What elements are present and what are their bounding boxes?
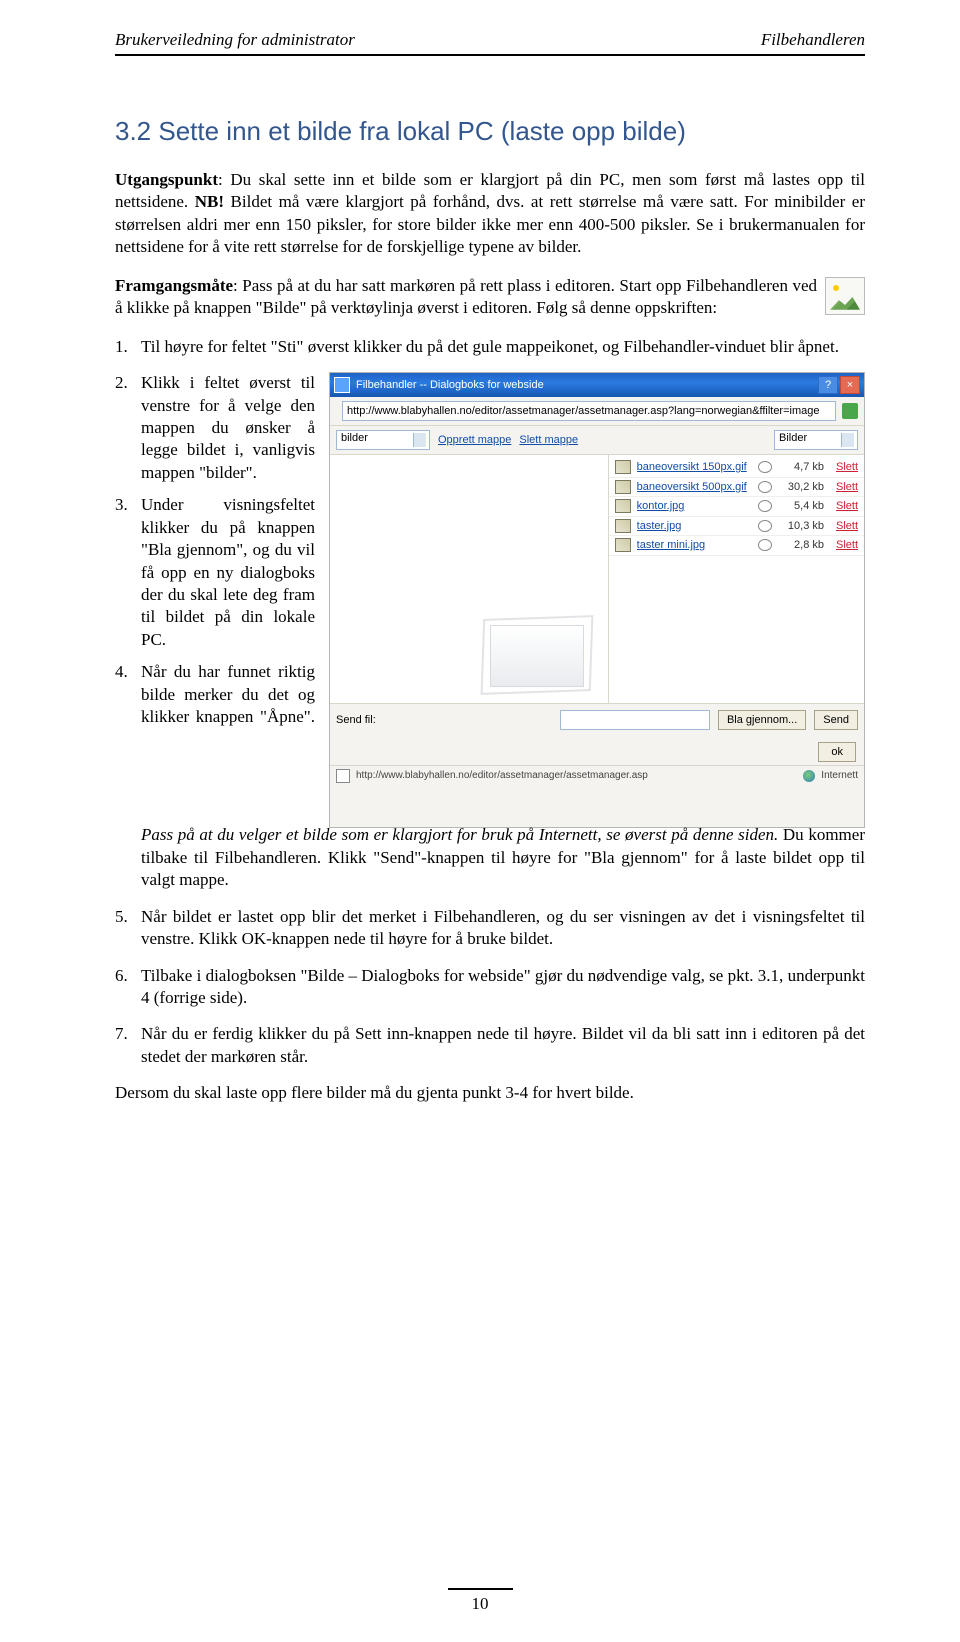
page-number: 10: [0, 1588, 960, 1614]
delete-link[interactable]: Slett: [830, 460, 858, 475]
status-zone: Internett: [821, 769, 858, 782]
page-header: Brukerveiledning for administrator Filbe…: [115, 30, 865, 56]
header-right: Filbehandleren: [761, 30, 865, 50]
step-3: 3. Under visningsfeltet klikker du på kn…: [115, 494, 315, 651]
body: Utgangspunkt: Du skal sette inn et bilde…: [115, 169, 865, 1105]
close-button[interactable]: ×: [840, 376, 860, 394]
address-bar: [330, 397, 864, 426]
filbehandler-dialog: Filbehandler -- Dialogboks for webside ?…: [329, 372, 865, 828]
steps-list-cont: Pass på at du velger et bilde som er kla…: [115, 824, 865, 1068]
file-row[interactable]: baneoversikt 500px.gif 30,2 kb Slett: [609, 478, 864, 498]
image-icon: [825, 277, 865, 315]
preview-icon[interactable]: [758, 461, 772, 473]
delete-link[interactable]: Slett: [830, 538, 858, 553]
delete-folder-link[interactable]: Slett mappe: [519, 433, 578, 448]
file-list: baneoversikt 150px.gif 4,7 kb Slett bane…: [609, 455, 864, 703]
file-row[interactable]: kontor.jpg 5,4 kb Slett: [609, 497, 864, 517]
steps-left-col: 2. Klikk i feltet øverst til venstre for…: [115, 372, 315, 828]
file-icon: [615, 538, 631, 552]
step-1: 1. Til høyre for feltet "Sti" øverst kli…: [115, 336, 865, 358]
file-icon: [615, 499, 631, 513]
header-left: Brukerveiledning for administrator: [115, 30, 355, 50]
create-folder-link[interactable]: Opprett mappe: [438, 433, 511, 448]
steps-with-dialog: 2. Klikk i feltet øverst til venstre for…: [115, 372, 865, 828]
step-2: 2. Klikk i feltet øverst til venstre for…: [115, 372, 315, 484]
folder-select[interactable]: bilder: [336, 430, 430, 450]
delete-link[interactable]: Slett: [830, 499, 858, 514]
preview-pane: [330, 455, 609, 703]
dialog-titlebar: Filbehandler -- Dialogboks for webside ?…: [330, 373, 864, 397]
preview-icon[interactable]: [758, 520, 772, 532]
folder-toolbar: bilder Opprett mappe Slett mappe Bilder: [330, 426, 864, 455]
intro-p1: Utgangspunkt: Du skal sette inn et bilde…: [115, 169, 865, 259]
preview-icon[interactable]: [758, 481, 772, 493]
browse-button[interactable]: Bla gjennom...: [718, 710, 806, 730]
delete-link[interactable]: Slett: [830, 519, 858, 534]
file-row[interactable]: taster mini.jpg 2,8 kb Slett: [609, 536, 864, 556]
file-icon: [615, 519, 631, 533]
preview-icon[interactable]: [758, 539, 772, 551]
filter-select[interactable]: Bilder: [774, 430, 858, 450]
go-button[interactable]: [842, 403, 858, 419]
ok-button[interactable]: ok: [818, 742, 856, 762]
filepath-input[interactable]: [560, 710, 710, 730]
step-5: 5. Når bildet er lastet opp blir det mer…: [115, 906, 865, 951]
preview-icon[interactable]: [758, 500, 772, 512]
intro-p2: Framgangsmåte: Pass på at du har satt ma…: [115, 275, 865, 320]
app-icon: [334, 377, 350, 393]
dialog-title: Filbehandler -- Dialogboks for webside: [356, 378, 812, 393]
internet-zone-icon: [803, 770, 815, 782]
step-6: 6. Tilbake i dialogboksen "Bilde – Dialo…: [115, 965, 865, 1010]
send-file-label: Send fil:: [336, 713, 376, 728]
section-heading: 3.2 Sette inn et bilde fra lokal PC (las…: [115, 116, 865, 147]
file-row[interactable]: baneoversikt 150px.gif 4,7 kb Slett: [609, 458, 864, 478]
step-7: 7. Når du er ferdig klikker du på Sett i…: [115, 1023, 865, 1068]
step-4-cont: Pass på at du velger et bilde som er kla…: [115, 824, 865, 891]
file-row[interactable]: taster.jpg 10,3 kb Slett: [609, 517, 864, 537]
closing-paragraph: Dersom du skal laste opp flere bilder må…: [115, 1082, 865, 1104]
ok-row: ok: [330, 736, 864, 765]
status-url: http://www.blabyhallen.no/editor/assetma…: [356, 769, 648, 782]
send-bar: Send fil: Bla gjennom... Send: [330, 703, 864, 736]
folder-graphic: [482, 607, 592, 693]
dialog-main: baneoversikt 150px.gif 4,7 kb Slett bane…: [330, 455, 864, 703]
steps-list: 1. Til høyre for feltet "Sti" øverst kli…: [115, 336, 865, 358]
url-field[interactable]: [342, 401, 836, 421]
send-button[interactable]: Send: [814, 710, 858, 730]
file-icon: [615, 460, 631, 474]
delete-link[interactable]: Slett: [830, 480, 858, 495]
help-button[interactable]: ?: [818, 376, 838, 394]
step-4-partial: 4. Når du har funnet riktig bilde merker…: [115, 661, 315, 818]
file-icon: [615, 480, 631, 494]
status-icon: [336, 769, 350, 783]
status-bar: http://www.blabyhallen.no/editor/assetma…: [330, 765, 864, 786]
